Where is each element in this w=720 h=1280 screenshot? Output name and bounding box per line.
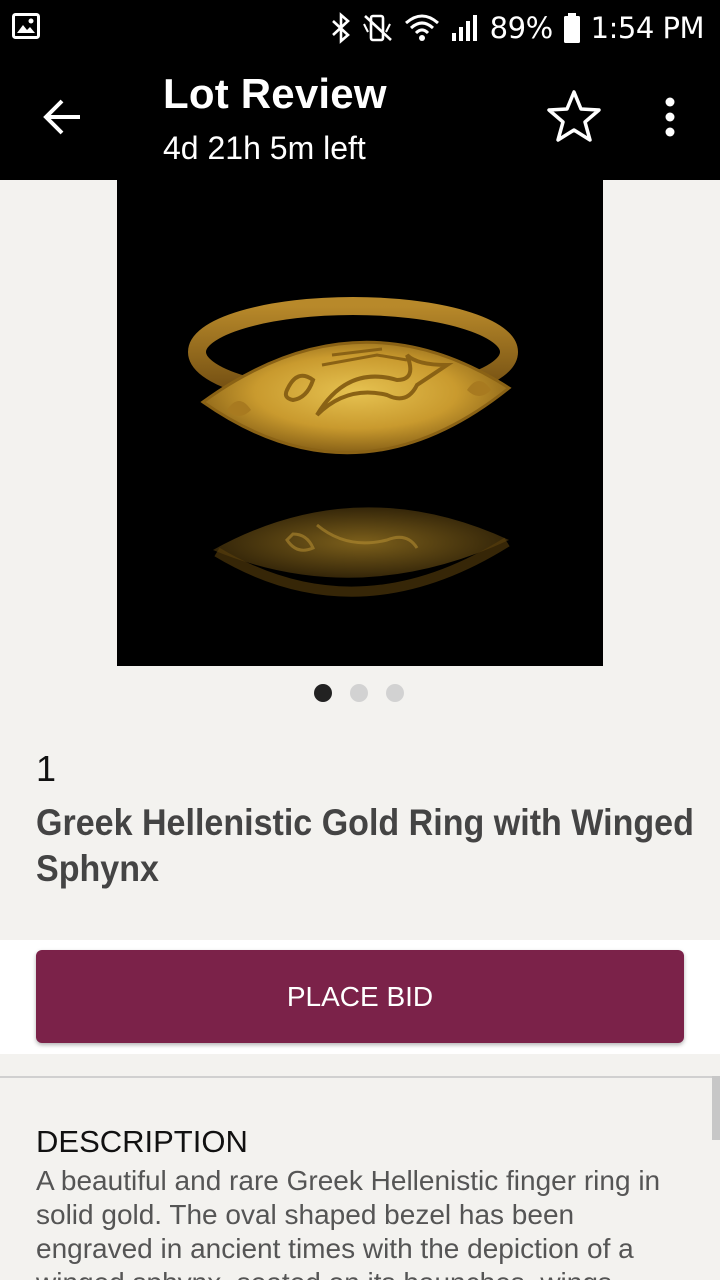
mute-icon — [362, 14, 392, 42]
wifi-icon — [404, 14, 439, 41]
battery-icon — [563, 13, 580, 43]
time-left: 4d 21h 5m left — [163, 130, 366, 166]
back-arrow-icon[interactable] — [40, 94, 86, 140]
lot-number: 1 — [36, 748, 57, 789]
more-vertical-icon[interactable] — [650, 94, 690, 140]
carousel-dot-1[interactable] — [314, 684, 332, 702]
carousel-indicator — [314, 684, 404, 702]
carousel-dot-2[interactable] — [350, 684, 368, 702]
battery-percent: 89% — [489, 11, 553, 45]
clock: 1:54 PM — [590, 11, 705, 45]
gold-ring-image — [188, 297, 518, 597]
status-bar: 89% 1:54 PM — [0, 0, 720, 54]
lot-photo[interactable] — [117, 180, 603, 666]
divider — [0, 1076, 720, 1078]
description-text: A beautiful and rare Greek Hellenistic f… — [36, 1165, 661, 1280]
star-outline-icon[interactable] — [545, 88, 603, 146]
page-title: Lot Review — [163, 70, 387, 117]
scrollbar[interactable] — [712, 1076, 720, 1140]
lot-title: Greek Hellenistic Gold Ring with Winged … — [36, 802, 694, 889]
signal-icon — [451, 15, 477, 41]
app-bar: Lot Review 4d 21h 5m left — [0, 54, 720, 180]
carousel-dot-3[interactable] — [386, 684, 404, 702]
bluetooth-icon — [331, 12, 350, 44]
bid-section: PLACE BID — [0, 940, 720, 1054]
description-heading: DESCRIPTION — [36, 1124, 248, 1159]
place-bid-button[interactable]: PLACE BID — [36, 950, 684, 1043]
gallery-icon — [12, 13, 40, 39]
